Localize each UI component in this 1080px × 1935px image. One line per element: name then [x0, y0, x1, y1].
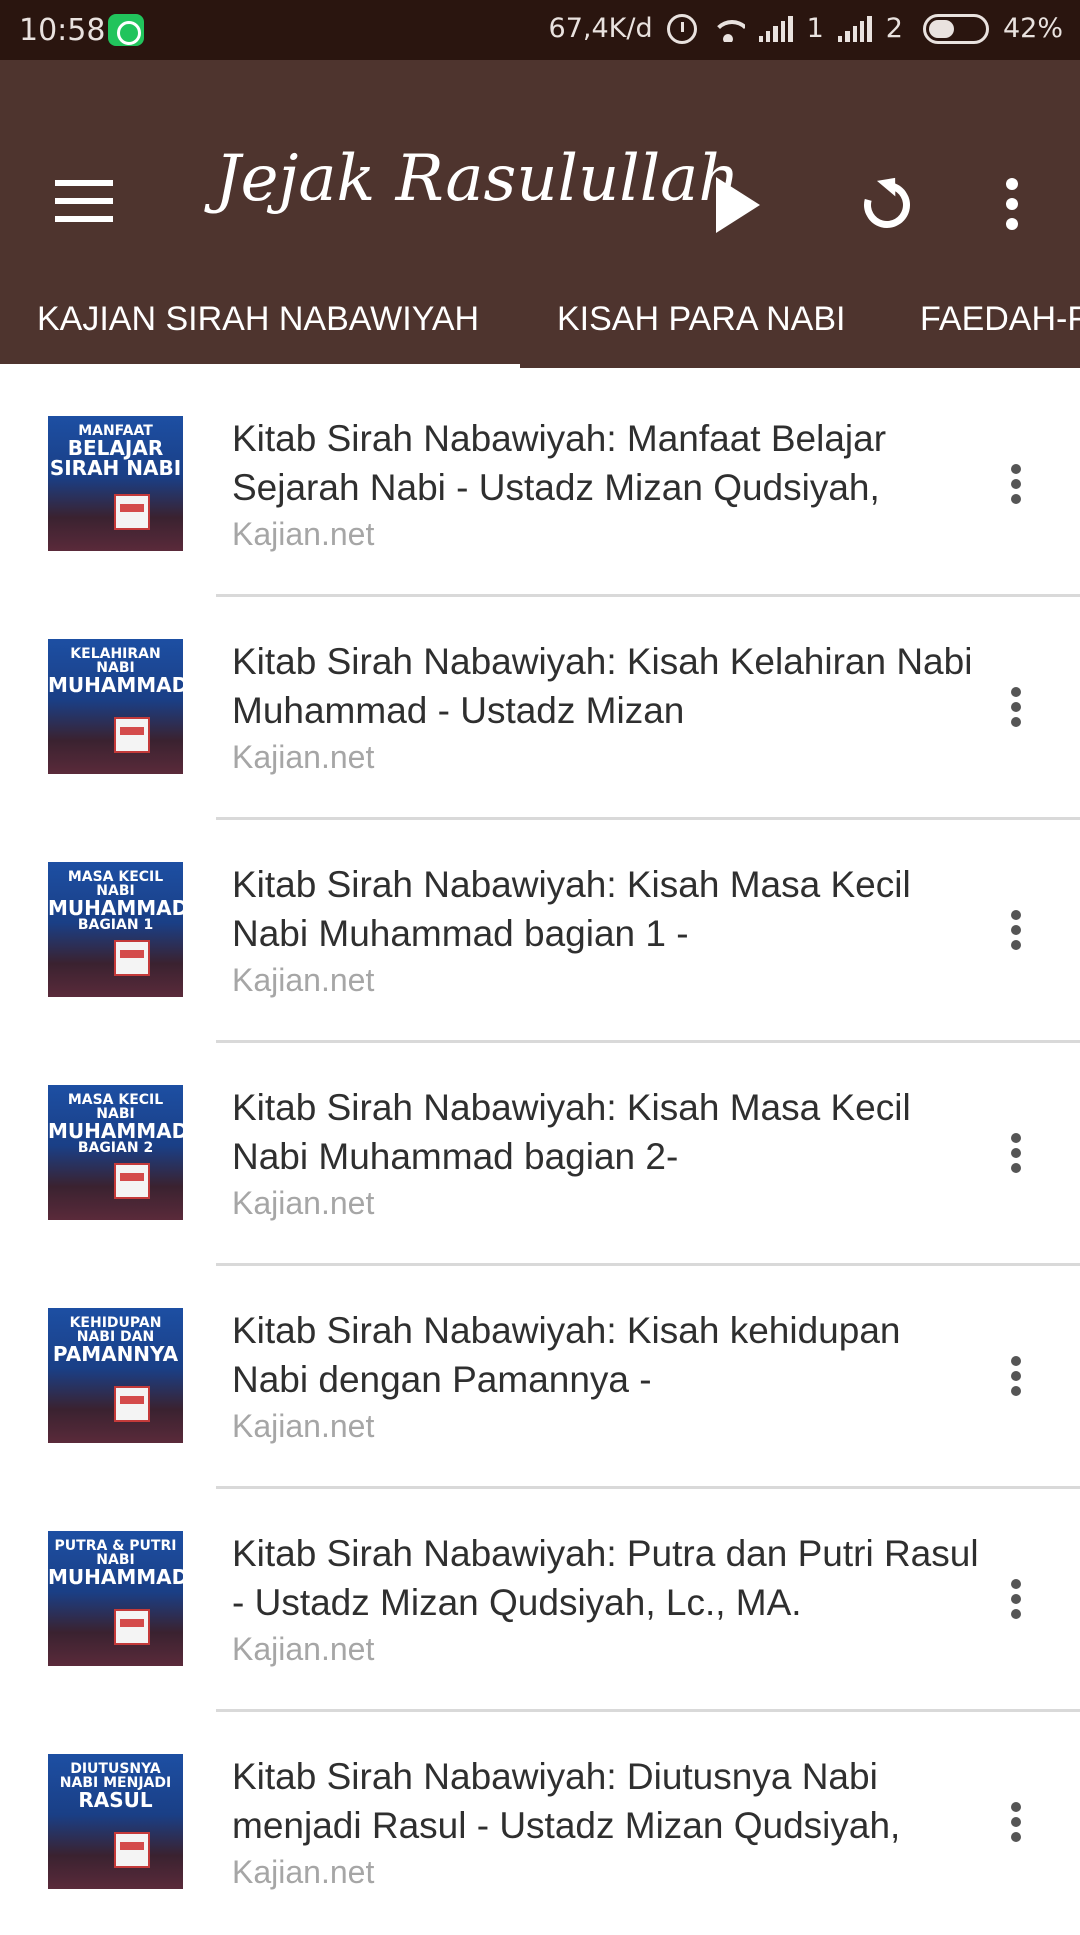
- item-source: Kajian.net: [232, 516, 375, 552]
- list-item[interactable]: MANFAAT BELAJAR SIRAH NABI Kitab Sirah N…: [0, 374, 1080, 597]
- item-title: Kitab Sirah Nabawiyah: Diutusnya Nabi me…: [232, 1756, 901, 1846]
- book-icon: [114, 494, 150, 530]
- thumbnail-caption: DIUTUSNYA NABI MENJADI RASUL: [48, 1762, 183, 1810]
- item-thumbnail: DIUTUSNYA NABI MENJADI RASUL: [48, 1754, 183, 1889]
- thumbnail-caption: MASA KECIL NABI MUHAMMAD BAGIAN 2: [48, 1093, 183, 1155]
- tab-kisah-para-nabi[interactable]: KISAH PARA NABI: [557, 270, 845, 368]
- item-thumbnail: MASA KECIL NABI MUHAMMAD BAGIAN 1: [48, 862, 183, 997]
- tab-faedah[interactable]: FAEDAH-F: [920, 270, 1080, 368]
- list-item[interactable]: KELAHIRAN NABI MUHAMMAD Kitab Sirah Naba…: [0, 597, 1080, 820]
- item-more-icon[interactable]: [1011, 1133, 1023, 1173]
- network-speed: 67,4K/d: [548, 13, 653, 44]
- item-thumbnail: MANFAAT BELAJAR SIRAH NABI: [48, 416, 183, 551]
- book-icon: [114, 1832, 150, 1868]
- item-source: Kajian.net: [232, 1631, 375, 1667]
- battery-percent: 42%: [1002, 13, 1063, 44]
- sim1-label: 1: [806, 13, 824, 44]
- book-icon: [114, 717, 150, 753]
- list-item[interactable]: MASA KECIL NABI MUHAMMAD BAGIAN 1 Kitab …: [0, 820, 1080, 1043]
- sim2-label: 2: [885, 13, 903, 44]
- item-thumbnail: MASA KECIL NABI MUHAMMAD BAGIAN 2: [48, 1085, 183, 1220]
- thumb-line: MUHAMMAD: [48, 1119, 183, 1143]
- item-more-icon[interactable]: [1011, 1802, 1023, 1842]
- item-more-icon[interactable]: [1011, 1356, 1023, 1396]
- item-more-icon[interactable]: [1011, 687, 1023, 727]
- item-title: Kitab Sirah Nabawiyah: Kisah Kelahiran N…: [232, 641, 973, 731]
- thumb-line: MUHAMMAD: [48, 673, 183, 697]
- item-source: Kajian.net: [232, 1408, 375, 1444]
- book-icon: [114, 1609, 150, 1645]
- book-icon: [114, 1163, 150, 1199]
- item-source: Kajian.net: [232, 739, 375, 775]
- book-icon: [114, 1386, 150, 1422]
- thumb-line: MUHAMMAD: [48, 896, 183, 920]
- menu-icon[interactable]: [55, 180, 113, 222]
- item-thumbnail: KEHIDUPAN NABI DAN PAMANNYA: [48, 1308, 183, 1443]
- tab-bar: KAJIAN SIRAH NABAWIYAH KISAH PARA NABI F…: [0, 270, 1080, 368]
- thumbnail-caption: MASA KECIL NABI MUHAMMAD BAGIAN 1: [48, 870, 183, 932]
- item-title: Kitab Sirah Nabawiyah: Kisah Masa Kecil …: [232, 864, 911, 954]
- thumbnail-caption: KEHIDUPAN NABI DAN PAMANNYA: [48, 1316, 183, 1364]
- status-indicators: 67,4K/d 1 2 42%: [549, 13, 1063, 44]
- battery-icon: [922, 13, 989, 44]
- list-item[interactable]: PUTRA & PUTRI NABI MUHAMMAD Kitab Sirah …: [0, 1489, 1080, 1712]
- book-icon: [114, 940, 150, 976]
- list-item[interactable]: DIUTUSNYA NABI MENJADI RASUL Kitab Sirah…: [0, 1712, 1080, 1935]
- list-item[interactable]: KEHIDUPAN NABI DAN PAMANNYA Kitab Sirah …: [0, 1266, 1080, 1489]
- status-bar: 10:58 67,4K/d 1 2 42%: [0, 0, 1080, 60]
- refresh-icon[interactable]: [855, 173, 919, 237]
- signal-sim2-icon: [837, 15, 872, 42]
- thumb-line: BAGIAN 1: [77, 917, 154, 933]
- thumb-line: RASUL: [78, 1788, 153, 1812]
- whatsapp-notification-icon: [108, 14, 144, 46]
- thumbnail-caption: KELAHIRAN NABI MUHAMMAD: [48, 647, 183, 695]
- alarm-icon: [666, 13, 697, 44]
- thumb-line: PAMANNYA: [52, 1342, 179, 1366]
- item-thumbnail: KELAHIRAN NABI MUHAMMAD: [48, 639, 183, 774]
- item-title: Kitab Sirah Nabawiyah: Kisah kehidupan N…: [232, 1310, 901, 1400]
- tab-indicator: [0, 364, 520, 370]
- item-source: Kajian.net: [232, 1854, 375, 1890]
- status-time: 10:58: [19, 13, 106, 48]
- list-item[interactable]: MASA KECIL NABI MUHAMMAD BAGIAN 2 Kitab …: [0, 1043, 1080, 1266]
- item-more-icon[interactable]: [1011, 910, 1023, 950]
- item-more-icon[interactable]: [1011, 464, 1023, 504]
- wifi-icon: [710, 16, 745, 42]
- tab-kajian-sirah-nabawiyah[interactable]: KAJIAN SIRAH NABAWIYAH: [37, 270, 479, 368]
- item-source: Kajian.net: [232, 1185, 375, 1221]
- play-icon[interactable]: [716, 177, 760, 233]
- item-title: Kitab Sirah Nabawiyah: Kisah Masa Kecil …: [232, 1087, 911, 1177]
- thumb-line: BELAJAR: [67, 436, 164, 460]
- thumb-line: MUHAMMAD: [48, 1565, 183, 1589]
- thumb-line: BAGIAN 2: [77, 1140, 154, 1156]
- item-more-icon[interactable]: [1011, 1579, 1023, 1619]
- thumbnail-caption: PUTRA & PUTRI NABI MUHAMMAD: [48, 1539, 183, 1587]
- video-list: MANFAAT BELAJAR SIRAH NABI Kitab Sirah N…: [0, 374, 1080, 1935]
- signal-sim1-icon: [758, 15, 793, 42]
- item-thumbnail: PUTRA & PUTRI NABI MUHAMMAD: [48, 1531, 183, 1666]
- overflow-menu-icon[interactable]: [1006, 178, 1020, 230]
- item-title: Kitab Sirah Nabawiyah: Putra dan Putri R…: [232, 1533, 979, 1623]
- thumbnail-caption: MANFAAT BELAJAR SIRAH NABI: [48, 424, 183, 478]
- thumb-line: SIRAH NABI: [49, 456, 182, 480]
- item-source: Kajian.net: [232, 962, 375, 998]
- app-title: Jejak Rasulullah: [215, 142, 740, 216]
- item-title: Kitab Sirah Nabawiyah: Manfaat Belajar S…: [232, 418, 887, 508]
